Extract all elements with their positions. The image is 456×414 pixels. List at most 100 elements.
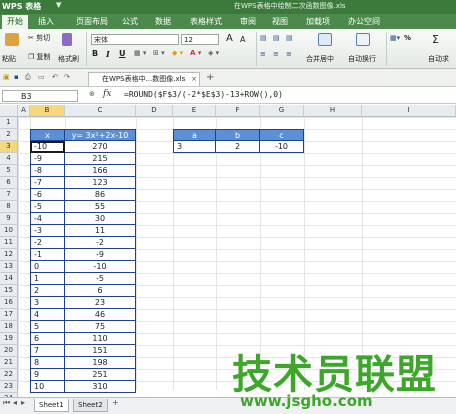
format-painter-icon[interactable]	[62, 33, 72, 46]
menu-table-style[interactable]: 表格样式	[190, 16, 222, 27]
zoom-icon[interactable]: ⊕	[89, 90, 95, 98]
row-header[interactable]: 4	[0, 153, 18, 165]
column-header[interactable]: A	[18, 105, 30, 117]
y-value-cell[interactable]: 6	[65, 285, 136, 297]
param-value-b[interactable]: 2	[216, 141, 260, 153]
menu-home[interactable]: 开始	[2, 15, 28, 29]
redo-icon[interactable]: ↷	[64, 73, 70, 81]
column-header[interactable]: G	[260, 105, 304, 117]
column-header[interactable]: D	[136, 105, 173, 117]
align-middle-icon[interactable]: ▤	[273, 34, 280, 42]
column-header[interactable]: B	[30, 105, 65, 117]
percent-button[interactable]: %	[404, 34, 411, 42]
y-value-cell[interactable]: 270	[65, 141, 136, 153]
shrink-font-button[interactable]: A	[240, 35, 245, 44]
x-value-cell[interactable]: 8	[30, 357, 65, 369]
next-sheet-icon[interactable]: ▸	[21, 398, 25, 407]
wrap-text-button[interactable]: 自动换行	[348, 54, 376, 64]
cut-button[interactable]: ✂ 剪切	[28, 33, 50, 43]
close-tab-icon[interactable]: ×	[191, 73, 197, 86]
row-header[interactable]: 10	[0, 225, 18, 237]
fx-icon[interactable]: fx	[103, 89, 111, 99]
save-icon[interactable]: ▪	[14, 73, 19, 81]
menu-insert[interactable]: 插入	[38, 16, 54, 27]
underline-button[interactable]: U	[119, 49, 126, 58]
y-value-cell[interactable]: -9	[65, 249, 136, 261]
row-header[interactable]: 1	[0, 117, 18, 129]
x-value-cell[interactable]: -2	[30, 237, 65, 249]
merge-center-button[interactable]: 合并居中	[306, 54, 334, 64]
sheet-tab-sheet1[interactable]: Sheet1	[34, 399, 69, 412]
prev-sheet-icon[interactable]: ◂	[13, 398, 17, 407]
menu-view[interactable]: 视图	[272, 16, 288, 27]
y-value-cell[interactable]: 215	[65, 153, 136, 165]
italic-button[interactable]: I	[106, 49, 110, 59]
param-value-c[interactable]: -10	[260, 141, 304, 153]
print-icon[interactable]: ⎙	[25, 73, 31, 82]
y-value-cell[interactable]: 86	[65, 189, 136, 201]
y-value-cell[interactable]: 151	[65, 345, 136, 357]
y-value-cell[interactable]: -10	[65, 261, 136, 273]
param-header-c[interactable]: c	[260, 129, 304, 141]
row-header[interactable]: 16	[0, 297, 18, 309]
menu-formula[interactable]: 公式	[122, 16, 138, 27]
menu-office-space[interactable]: 办公空间	[348, 16, 380, 27]
font-name-select[interactable]: 宋体	[91, 34, 179, 45]
undo-icon[interactable]: ↶	[52, 73, 58, 81]
x-value-cell[interactable]: 3	[30, 297, 65, 309]
preview-icon[interactable]: ▭	[38, 73, 45, 81]
y-value-cell[interactable]: 251	[65, 369, 136, 381]
y-value-cell[interactable]: 46	[65, 309, 136, 321]
x-value-cell[interactable]: -3	[30, 225, 65, 237]
table-header-y[interactable]: y= 3x²+2x-10	[65, 129, 136, 141]
row-header[interactable]: 12	[0, 249, 18, 261]
x-value-cell[interactable]: -4	[30, 213, 65, 225]
param-header-b[interactable]: b	[216, 129, 260, 141]
menu-addins[interactable]: 加载项	[306, 16, 330, 27]
x-value-cell[interactable]: 4	[30, 309, 65, 321]
merge-center-icon[interactable]	[318, 33, 332, 46]
open-icon[interactable]: ▣	[3, 73, 10, 81]
currency-icon[interactable]: ▦▾	[390, 34, 400, 42]
row-header[interactable]: 15	[0, 285, 18, 297]
x-value-cell[interactable]: -8	[30, 165, 65, 177]
bold-button[interactable]: B	[92, 49, 98, 58]
column-header[interactable]: C	[65, 105, 136, 117]
x-value-cell[interactable]: -7	[30, 177, 65, 189]
merge-border-icon[interactable]: ⊞ ▾	[153, 49, 165, 57]
column-header[interactable]: E	[173, 105, 216, 117]
paste-icon[interactable]	[5, 33, 19, 46]
align-right-icon[interactable]: ≡	[286, 50, 292, 58]
y-value-cell[interactable]: 11	[65, 225, 136, 237]
x-value-cell[interactable]: 10	[30, 381, 65, 393]
wrap-text-icon[interactable]	[356, 33, 370, 46]
align-center-icon[interactable]: ≡	[273, 50, 279, 58]
x-value-cell[interactable]: -5	[30, 201, 65, 213]
x-value-cell[interactable]: 5	[30, 321, 65, 333]
row-header[interactable]: 21	[0, 357, 18, 369]
x-value-cell[interactable]: -9	[30, 153, 65, 165]
sheet-tab-sheet2[interactable]: Sheet2	[73, 399, 108, 412]
menu-data[interactable]: 数据	[155, 16, 171, 27]
x-value-cell[interactable]: 6	[30, 333, 65, 345]
name-box[interactable]: B3	[2, 90, 78, 102]
autosum-button[interactable]: 自动求	[428, 54, 449, 64]
clear-format-icon[interactable]: ◈ ▾	[208, 49, 219, 57]
border-icon[interactable]: ▦ ▾	[134, 49, 146, 57]
row-header[interactable]: 23	[0, 381, 18, 393]
row-header[interactable]: 20	[0, 345, 18, 357]
row-header[interactable]: 5	[0, 165, 18, 177]
document-tab[interactable]: 在WPS表格中...数图像.xls ×	[88, 72, 200, 86]
y-value-cell[interactable]: 123	[65, 177, 136, 189]
column-header[interactable]: H	[304, 105, 362, 117]
autosum-icon[interactable]: Σ	[432, 33, 439, 46]
x-value-cell[interactable]: 2	[30, 285, 65, 297]
param-header-a[interactable]: a	[173, 129, 216, 141]
y-value-cell[interactable]: 75	[65, 321, 136, 333]
y-value-cell[interactable]: 55	[65, 201, 136, 213]
row-header[interactable]: 7	[0, 189, 18, 201]
formula-input[interactable]: =ROUND($F$3/(-2*$E$3)-13+ROW(),0)	[124, 90, 283, 99]
row-header[interactable]: 9	[0, 213, 18, 225]
app-name[interactable]: WPS 表格	[2, 1, 41, 12]
menu-page-layout[interactable]: 页面布局	[76, 16, 108, 27]
